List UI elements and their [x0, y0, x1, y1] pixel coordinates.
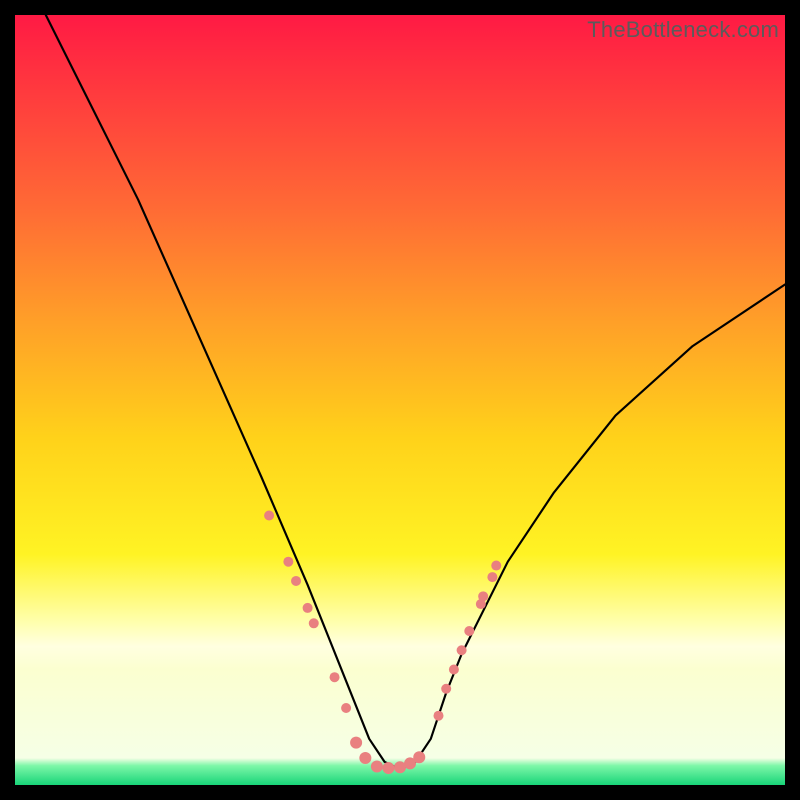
- data-marker: [341, 703, 351, 713]
- bottleneck-curve: [46, 15, 785, 770]
- plot-area: [15, 15, 785, 785]
- chart-frame: TheBottleneck.com: [0, 0, 800, 800]
- data-marker: [491, 561, 501, 571]
- data-markers: [264, 510, 501, 774]
- data-marker: [487, 572, 497, 582]
- data-marker: [433, 711, 443, 721]
- data-marker: [359, 752, 371, 764]
- data-marker: [478, 591, 488, 601]
- data-marker: [264, 510, 274, 520]
- data-marker: [303, 603, 313, 613]
- data-marker: [371, 761, 383, 773]
- data-marker: [449, 664, 459, 674]
- data-marker: [291, 576, 301, 586]
- data-marker: [382, 762, 394, 774]
- data-marker: [350, 737, 362, 749]
- data-marker: [464, 626, 474, 636]
- watermark-text: TheBottleneck.com: [587, 17, 779, 43]
- data-marker: [413, 751, 425, 763]
- curve-layer: [15, 15, 785, 785]
- data-marker: [457, 645, 467, 655]
- data-marker: [283, 557, 293, 567]
- data-marker: [309, 618, 319, 628]
- data-marker: [330, 672, 340, 682]
- data-marker: [441, 684, 451, 694]
